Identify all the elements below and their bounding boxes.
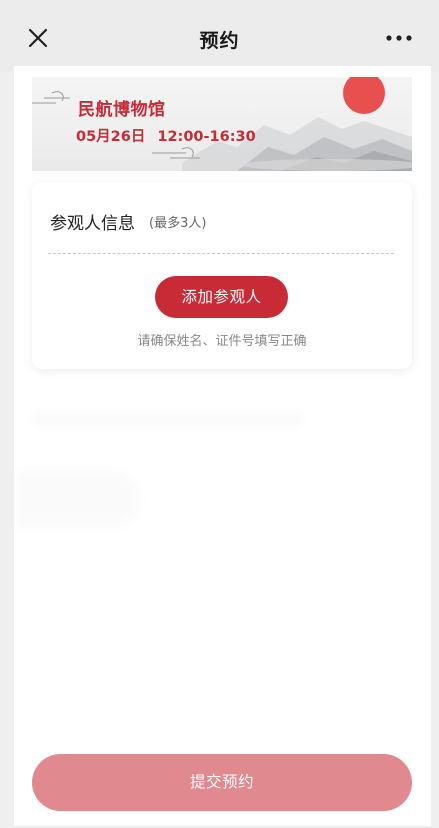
museum-name: 民航博物馆	[78, 100, 166, 120]
dashed-divider	[48, 253, 394, 254]
visitor-hint: 请确保姓名、证件号填写正确	[137, 334, 307, 349]
visit-date: 05月26日	[76, 129, 146, 145]
main-content: 民航博物馆 05月26日 12:00-16:30 参观人信息 (最多3人) 添加参…	[14, 66, 431, 826]
faded-background	[14, 471, 139, 526]
visitor-info-title: 参观人信息	[50, 214, 135, 234]
submit-reservation-button[interactable]: 提交预约	[32, 754, 412, 811]
faded-background	[32, 411, 302, 427]
more-dots-icon[interactable]	[385, 30, 413, 46]
sun-decoration	[343, 77, 385, 114]
add-visitor-button[interactable]: 添加参观人	[155, 276, 288, 318]
visitor-info-card: 参观人信息 (最多3人) 添加参观人 请确保姓名、证件号填写正确	[32, 182, 412, 369]
page-title: 预约	[199, 30, 240, 52]
visitor-limit-note: (最多3人)	[149, 216, 207, 231]
visit-datetime: 05月26日 12:00-16:30	[76, 125, 256, 146]
top-bar: 预约	[0, 0, 439, 72]
exhibition-banner: 民航博物馆 05月26日 12:00-16:30	[32, 77, 412, 171]
visit-time: 12:00-16:30	[157, 129, 256, 145]
landscape-illustration	[32, 77, 412, 171]
